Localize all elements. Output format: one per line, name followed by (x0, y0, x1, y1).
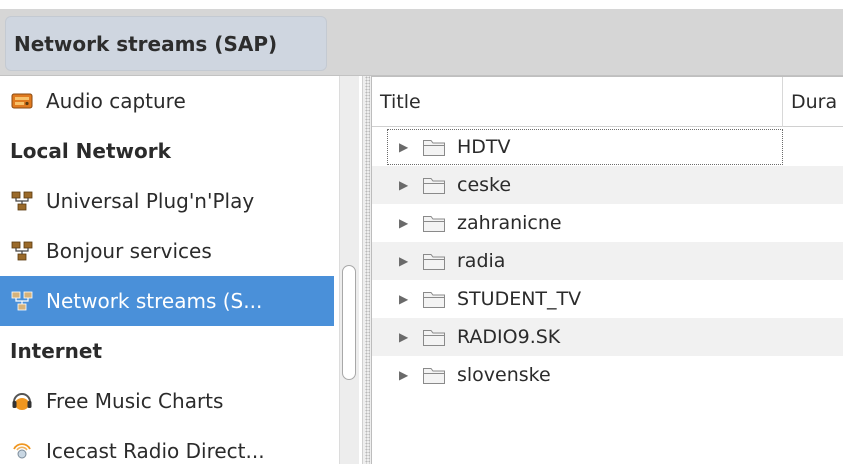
expand-arrow-icon[interactable]: ▶ (399, 368, 413, 382)
column-header-duration[interactable]: Dura (783, 77, 843, 127)
audio-capture-icon (11, 90, 33, 112)
network-icon (11, 240, 33, 262)
tree-row-label: STUDENT_TV (457, 288, 582, 310)
playlist-tree: Title Dura ▶ HDTV ▶ ceske ▶ zahranicne ▶… (372, 76, 843, 464)
sidebar-item-label: Icecast Radio Direct... (46, 439, 265, 463)
tree-row-label: ceske (457, 174, 512, 196)
network-icon (11, 190, 33, 212)
sidebar-item-upnp[interactable]: Universal Plug'n'Play (0, 176, 334, 226)
sidebar-item-icecast[interactable]: Icecast Radio Direct... (0, 426, 334, 464)
tree-row[interactable]: ▶ slovenske (372, 356, 843, 394)
column-header-row: Title Dura (372, 77, 843, 127)
folder-icon (422, 365, 446, 385)
sidebar-item-bonjour[interactable]: Bonjour services (0, 226, 334, 276)
sidebar-scrollbar-thumb[interactable] (342, 265, 356, 380)
sidebar-item-label: Universal Plug'n'Play (46, 189, 255, 213)
sidebar-item-label: Network streams (S... (46, 289, 263, 313)
folder-icon (422, 289, 446, 309)
sidebar-item-label: Audio capture (46, 89, 186, 113)
folder-icon (422, 213, 446, 233)
tree-row-label: slovenske (457, 364, 551, 386)
sidebar-item-network-streams[interactable]: Network streams (S... (0, 276, 334, 326)
radio-icon (11, 440, 33, 462)
splitter-grip (365, 76, 370, 464)
expand-arrow-icon[interactable]: ▶ (399, 330, 413, 344)
sidebar-item-free-music-charts[interactable]: Free Music Charts (0, 376, 334, 426)
sidebar-item-label: Free Music Charts (46, 389, 224, 413)
tree-row-label: zahranicne (457, 212, 562, 234)
window-top-edge (0, 0, 843, 9)
sidebar-section-internet: Internet (0, 326, 334, 376)
tree-row[interactable]: ▶ ceske (372, 166, 843, 204)
expand-arrow-icon[interactable]: ▶ (399, 178, 413, 192)
column-header-title[interactable]: Title (372, 77, 783, 127)
sidebar-item-label: Bonjour services (46, 239, 212, 263)
sidebar-section-local-network: Local Network (0, 126, 334, 176)
tree-row-label: HDTV (457, 136, 511, 158)
tree-row-label: radia (457, 250, 506, 272)
tree-row[interactable]: ▶ RADIO9.SK (372, 318, 843, 356)
expand-arrow-icon[interactable]: ▶ (399, 216, 413, 230)
header-bar: Network streams (SAP) (0, 9, 843, 76)
tree-row[interactable]: ▶ HDTV (372, 128, 843, 166)
sidebar-section-label: Local Network (10, 139, 171, 163)
expand-arrow-icon[interactable]: ▶ (399, 292, 413, 306)
focus-rectangle (387, 129, 783, 165)
tree-row[interactable]: ▶ zahranicne (372, 204, 843, 242)
folder-icon (422, 251, 446, 271)
folder-icon (422, 175, 446, 195)
page-title: Network streams (SAP) (5, 16, 327, 71)
sidebar-section-label: Internet (10, 339, 103, 363)
sidebar-item-audio-capture[interactable]: Audio capture (0, 76, 334, 126)
tree-row[interactable]: ▶ radia (372, 242, 843, 280)
headphones-icon (11, 390, 33, 412)
tree-row[interactable]: ▶ STUDENT_TV (372, 280, 843, 318)
tree-row-label: RADIO9.SK (457, 326, 561, 348)
expand-arrow-icon[interactable]: ▶ (399, 254, 413, 268)
sidebar: Audio capture Local Network Universal Pl… (0, 76, 362, 464)
network-icon (11, 290, 33, 312)
folder-icon (422, 327, 446, 347)
pane-splitter[interactable] (362, 76, 372, 464)
